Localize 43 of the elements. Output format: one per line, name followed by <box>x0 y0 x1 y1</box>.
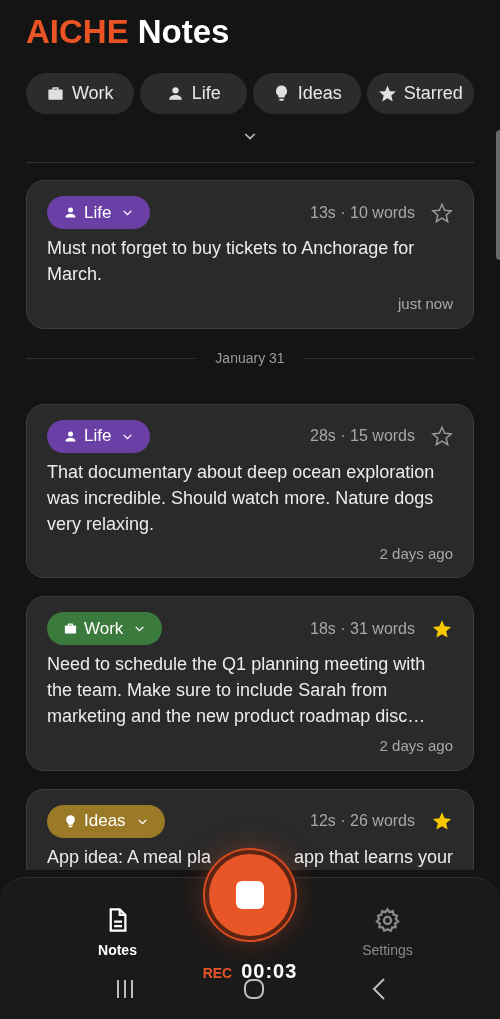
date-label: January 31 <box>215 348 285 368</box>
lightbulb-icon <box>63 813 78 829</box>
back-icon[interactable] <box>372 978 387 1000</box>
briefcase-icon <box>45 84 65 103</box>
category-badge[interactable]: Life <box>47 419 151 453</box>
note-meta: 18s · 31 words <box>310 618 415 639</box>
star-icon <box>377 84 397 103</box>
star-icon[interactable] <box>431 201 453 224</box>
settings-icon <box>374 907 401 934</box>
app-title: Notes <box>137 12 230 52</box>
note-text: Must not forget to buy tickets to Anchorage for March. <box>47 237 416 286</box>
note-text: Need to schedule the Q1 planning meeting with the team. Make sure to include Sarah from marketing and the new product roadmap disc… <box>47 653 427 728</box>
note-time: just now <box>397 295 453 312</box>
note-card[interactable]: Life 28s · 15 words That documentary about deep ocean exploration was incredible. Should watch more. Nature dogs very relaxing. 2 days ago <box>26 403 474 578</box>
note-card[interactable]: Ideas 12s · 26 words App idea: A meal pla app that learns your <box>26 788 474 870</box>
star-icon[interactable] <box>431 810 453 832</box>
filter-chip[interactable]: Life <box>139 73 247 114</box>
note-meta: 12s · 26 words <box>310 811 415 831</box>
note-meta: 13s · 10 words <box>310 202 415 223</box>
note-card[interactable]: Life 13s · 10 words Must not forget to buy tickets to Anchorage for March. just now <box>26 180 474 329</box>
note-time: 2 days ago <box>379 737 453 754</box>
person-icon <box>63 205 78 220</box>
recording-timer: 00:03 <box>241 959 298 984</box>
recording-label: REC <box>202 964 233 983</box>
category-badge[interactable]: Work <box>47 612 163 645</box>
note-text: That documentary about deep ocean exploration was incredible. Should watch more. Nature dogs very relaxing. <box>47 460 436 536</box>
stop-icon <box>236 881 264 909</box>
note-time: 2 days ago <box>379 544 453 562</box>
home-icon[interactable] <box>243 978 265 1000</box>
note-meta: 28s · 15 words <box>310 426 415 446</box>
category-badge[interactable]: Life <box>47 196 151 229</box>
brand-name: AICHE <box>26 12 129 52</box>
filter-chip[interactable]: Ideas <box>253 73 361 114</box>
star-icon[interactable] <box>431 425 453 447</box>
note-text: App idea: A meal pla <box>47 845 212 869</box>
nav-tab[interactable]: Settings <box>340 907 435 961</box>
note-text: app that learns your <box>293 845 453 869</box>
filter-chip[interactable]: Starred <box>366 73 474 114</box>
category-badge[interactable]: Ideas <box>47 804 165 838</box>
briefcase-icon <box>63 621 78 636</box>
filter-chip[interactable]: Work <box>26 73 134 114</box>
nav-tab[interactable]: Notes <box>70 907 165 961</box>
note-card[interactable]: Work 18s · 31 words Need to schedule the Q1 planning meeting with the team. Make sure to include Sarah from marketing and the new product roadmap disc… 2 days ago <box>26 596 474 771</box>
